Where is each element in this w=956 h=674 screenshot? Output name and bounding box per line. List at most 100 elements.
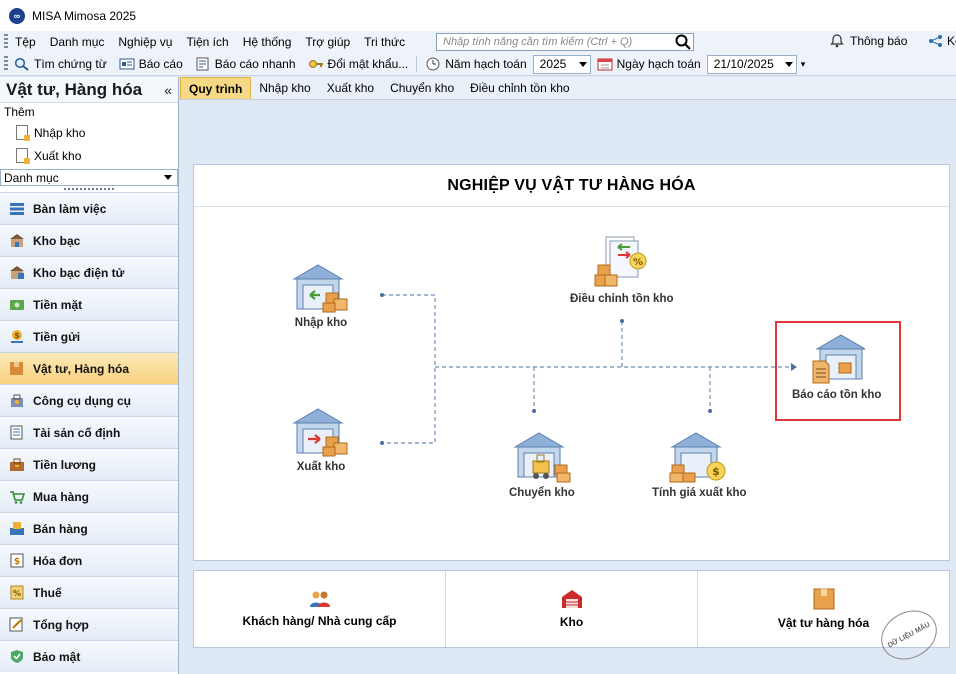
- node-import[interactable]: Nhập kho: [290, 261, 352, 329]
- sidebar-item-purchase[interactable]: Mua hàng: [0, 480, 178, 512]
- warehouse-forklift-icon: [513, 432, 571, 483]
- accounting-date-label: Ngày hạch toán: [616, 57, 701, 71]
- calendar-icon: [597, 58, 613, 71]
- node-costing[interactable]: $ Tính giá xuất kho: [652, 429, 747, 499]
- node-stock-report[interactable]: Báo cáo tồn kho: [792, 331, 881, 401]
- salary-icon: [8, 456, 25, 473]
- collapse-sidebar-icon[interactable]: «: [164, 82, 172, 98]
- feature-search-input[interactable]: Nhập tính năng cần tìm kiếm (Ctrl + Q): [436, 33, 694, 51]
- node-stock-report-label: Báo cáo tồn kho: [792, 389, 882, 401]
- menu-bar: Tệp Danh mục Nghiệp vụ Tiện ích Hệ thống…: [0, 31, 956, 53]
- search-placeholder: Nhập tính năng cần tìm kiếm (Ctrl + Q): [443, 36, 633, 48]
- sidebar-item-invoice[interactable]: $ Hóa đơn: [0, 544, 178, 576]
- search-icon[interactable]: [675, 34, 691, 50]
- chevron-down-icon: [164, 175, 172, 180]
- sidebar-item-label: Bảo mật: [33, 649, 81, 664]
- add-export-link[interactable]: Xuất kho: [0, 144, 178, 167]
- svg-text:$: $: [712, 465, 720, 478]
- stock-adjust-icon: %: [594, 236, 647, 287]
- tab-transfer[interactable]: Chuyển kho: [382, 77, 462, 99]
- quick-report-icon: [196, 57, 209, 71]
- warehouse-link[interactable]: Kho: [446, 571, 698, 647]
- tab-process[interactable]: Quy trình: [180, 77, 252, 99]
- sidebar-item-e-treasury[interactable]: Kho bạc điện tử: [0, 256, 178, 288]
- accounting-date-input[interactable]: 21/10/2025: [706, 54, 797, 74]
- change-password-button[interactable]: Đổi mật khẩu...: [302, 54, 415, 74]
- sidebar: Vật tư, Hàng hóa « Thêm Nhập kho Xuất kh…: [0, 77, 179, 674]
- accounting-date-label-wrap: Ngày hạch toán: [591, 54, 707, 74]
- connect-label: Kế: [947, 34, 956, 48]
- app-window: ∞ MISA Mimosa 2025 Tệp Danh mục Nghiệp v…: [0, 0, 956, 674]
- menu-utilities[interactable]: Tiện ích: [179, 35, 235, 49]
- module-tabs: Quy trình Nhập kho Xuất kho Chuyển kho Đ…: [180, 77, 956, 100]
- sidebar-item-cash[interactable]: Tiền mặt: [0, 288, 178, 320]
- sidebar-title: Vật tư, Hàng hóa: [6, 79, 143, 99]
- sidebar-item-label: Tiền gửi: [33, 329, 81, 344]
- category-select[interactable]: Danh mục: [0, 169, 178, 186]
- add-import-label: Nhập kho: [34, 125, 86, 140]
- sidebar-item-label: Kho bạc: [33, 233, 81, 248]
- node-transfer[interactable]: Chuyển kho: [509, 429, 575, 499]
- sidebar-item-label: Thuế: [33, 585, 62, 600]
- report-label: Báo cáo: [138, 57, 183, 71]
- magnifier-icon: [14, 57, 29, 71]
- tax-icon: %: [8, 584, 25, 601]
- menu-operations[interactable]: Nghiệp vụ: [111, 35, 179, 49]
- sidebar-item-goods[interactable]: Vật tư, Hàng hóa: [0, 352, 178, 384]
- goods-icon: [8, 360, 25, 377]
- sidebar-item-desk[interactable]: Bàn làm việc: [0, 192, 178, 224]
- node-stock-adjust[interactable]: % Điều chỉnh tồn kho: [570, 235, 674, 305]
- menu-help[interactable]: Trợ giúp: [298, 35, 357, 49]
- process-panel: NGHIỆP VỤ VẬT TƯ HÀNG HÓA Nhập kho Xuất …: [193, 164, 950, 561]
- sidebar-item-security[interactable]: Bảo mật: [0, 640, 178, 672]
- menu-file[interactable]: Tệp: [8, 35, 43, 49]
- change-password-label: Đổi mật khẩu...: [327, 57, 409, 71]
- window-title: MISA Mimosa 2025: [32, 8, 137, 23]
- invoice-icon: $: [8, 552, 25, 569]
- sidebar-item-salary[interactable]: Tiền lương: [0, 448, 178, 480]
- cash-icon: [8, 296, 25, 313]
- add-import-link[interactable]: Nhập kho: [0, 121, 178, 144]
- menu-system[interactable]: Hệ thống: [236, 35, 299, 49]
- category-select-value: Danh mục: [4, 170, 59, 185]
- sidebar-item-label: Công cụ dụng cụ: [33, 393, 131, 408]
- sidebar-item-tax[interactable]: % Thuế: [0, 576, 178, 608]
- shield-icon: [8, 648, 25, 665]
- app-logo-icon: ∞: [9, 7, 25, 24]
- sidebar-item-treasury[interactable]: Kho bạc: [0, 224, 178, 256]
- connect-button[interactable]: Kế: [928, 34, 956, 48]
- notification-button[interactable]: Thông báo: [830, 34, 907, 48]
- svg-text:$: $: [14, 331, 20, 340]
- sidebar-item-label: Tổng hợp: [33, 617, 89, 632]
- node-stock-adjust-label: Điều chỉnh tồn kho: [570, 293, 674, 305]
- tab-export[interactable]: Xuất kho: [319, 77, 382, 99]
- tab-stock-adjust[interactable]: Điều chỉnh tồn kho: [462, 77, 577, 99]
- sidebar-item-sales[interactable]: Bán hàng: [0, 512, 178, 544]
- warehouse-import-icon: [292, 264, 348, 313]
- fiscal-year-label: Năm hạch toán: [445, 57, 527, 71]
- report-button[interactable]: Báo cáo: [113, 54, 189, 74]
- warehouse-costing-icon: $: [669, 432, 726, 483]
- svg-text:%: %: [12, 589, 20, 598]
- sidebar-item-summary[interactable]: Tổng hợp: [0, 608, 178, 640]
- sidebar-header: Vật tư, Hàng hóa «: [0, 77, 178, 103]
- sidebar-item-fixed-assets[interactable]: Tài sản cố định: [0, 416, 178, 448]
- warehouse-label: Kho: [559, 615, 584, 629]
- toolbar: Tìm chứng từ Báo cáo Báo cáo nhanh Đổi m…: [0, 53, 956, 76]
- node-import-label: Nhập kho: [294, 317, 348, 329]
- summary-icon: [8, 616, 25, 633]
- toolbar-overflow-icon[interactable]: ▾: [801, 59, 806, 70]
- node-export[interactable]: Xuất kho: [290, 405, 352, 473]
- sidebar-item-deposit[interactable]: $ Tiền gửi: [0, 320, 178, 352]
- customers-vendors-link[interactable]: Khách hàng/ Nhà cung cấp: [194, 571, 446, 647]
- quick-report-button[interactable]: Báo cáo nhanh: [189, 54, 302, 74]
- fiscal-year-select[interactable]: 2025: [532, 54, 591, 74]
- find-voucher-button[interactable]: Tìm chứng từ: [8, 54, 113, 74]
- sidebar-item-label: Tiền lương: [33, 457, 96, 472]
- main-content: NGHIỆP VỤ VẬT TƯ HÀNG HÓA Nhập kho Xuất …: [180, 100, 956, 674]
- menu-knowledge[interactable]: Tri thức: [357, 35, 412, 49]
- menu-catalog[interactable]: Danh mục: [43, 35, 112, 49]
- sidebar-item-tools[interactable]: Công cụ dụng cụ: [0, 384, 178, 416]
- tab-import[interactable]: Nhập kho: [251, 77, 318, 99]
- cart-icon: [8, 488, 25, 505]
